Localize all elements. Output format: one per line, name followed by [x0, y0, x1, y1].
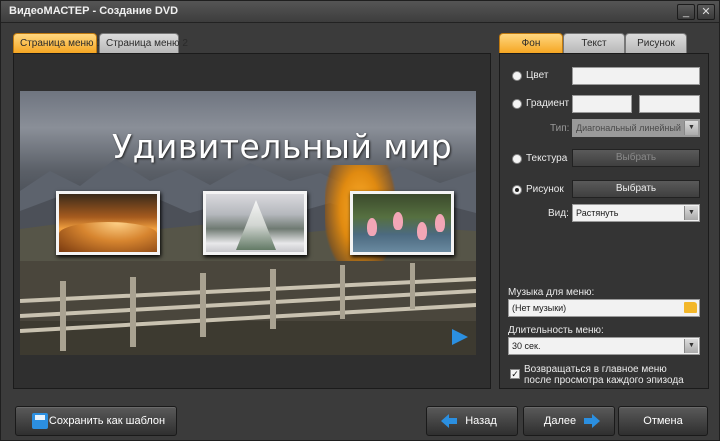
texture-label: Текстура	[526, 153, 568, 164]
gradient-type-value: Диагональный линейный г	[576, 123, 687, 133]
next-label: Далее	[543, 415, 577, 427]
color-label: Цвет	[526, 70, 549, 81]
desert-dune-image	[59, 222, 157, 252]
window-title: ВидеоМАСТЕР - Создание DVD	[9, 5, 179, 17]
duration-label: Длительность меню:	[508, 325, 604, 336]
flamingo-image	[393, 212, 403, 230]
dropdown-arrow-icon: ▼	[684, 339, 698, 353]
arrow-left-icon	[441, 414, 457, 428]
duration-select[interactable]: 30 сек. ▼	[508, 337, 700, 355]
view-mode-value: Растянуть	[576, 208, 619, 218]
music-field[interactable]: (Нет музыки)	[508, 299, 700, 317]
next-page-arrow-icon[interactable]	[452, 329, 468, 345]
menu-preview[interactable]: Удивительный мир	[20, 91, 476, 355]
back-button[interactable]: Назад	[426, 406, 518, 436]
minimize-button[interactable]: _	[677, 4, 695, 20]
gradient-label: Градиент	[526, 98, 570, 109]
arrow-right-icon	[584, 414, 600, 428]
type-label: Тип:	[550, 123, 570, 134]
view-label: Вид:	[548, 208, 569, 219]
save-as-template-label: Сохранить как шаблон	[48, 415, 166, 427]
gradient-color1-field[interactable]	[572, 95, 632, 113]
title-bar: ВидеоМАСТЕР - Создание DVD _ ✕	[1, 1, 719, 23]
duration-value: 30 сек.	[512, 341, 541, 351]
gradient-color2-field[interactable]	[639, 95, 700, 113]
dropdown-arrow-icon: ▼	[684, 121, 698, 135]
back-label: Назад	[465, 415, 497, 427]
close-button[interactable]: ✕	[697, 4, 715, 20]
return-to-menu-label-line2: после просмотра каждого эпизода	[524, 375, 684, 386]
return-to-menu-label-line1: Возвращаться в главное меню	[524, 364, 667, 375]
cancel-button[interactable]: Отмена	[618, 406, 708, 436]
fence-foreground	[20, 261, 476, 355]
save-as-template-button[interactable]: Сохранить как шаблон	[15, 406, 177, 436]
texture-choose-button[interactable]: Выбрать	[572, 149, 700, 167]
flamingo-image	[417, 222, 427, 240]
next-button[interactable]: Далее	[523, 406, 615, 436]
view-mode-select[interactable]: Растянуть ▼	[572, 204, 700, 222]
color-swatch-field[interactable]	[572, 67, 700, 85]
folder-icon[interactable]	[684, 302, 697, 313]
background-settings-panel: Цвет Градиент Тип: Диагональный линейный…	[499, 53, 709, 389]
music-label: Музыка для меню:	[508, 287, 595, 298]
thumbnail-desert[interactable]	[56, 191, 160, 255]
music-value: (Нет музыки)	[512, 303, 567, 313]
tab-background[interactable]: Фон	[499, 33, 563, 53]
gradient-radio[interactable]	[512, 99, 522, 109]
gradient-type-select[interactable]: Диагональный линейный г ▼	[572, 119, 700, 137]
return-to-menu-checkbox[interactable]: ✓	[510, 369, 520, 379]
color-radio[interactable]	[512, 71, 522, 81]
flamingo-image	[367, 218, 377, 236]
dvd-creation-window: ВидеоМАСТЕР - Создание DVD _ ✕ Страница …	[0, 0, 720, 441]
preview-frame: Удивительный мир	[13, 53, 491, 389]
snowy-tree-image	[236, 200, 276, 250]
menu-title-text: Удивительный мир	[112, 127, 453, 166]
picture-radio[interactable]	[512, 185, 522, 195]
dropdown-arrow-icon: ▼	[684, 206, 698, 220]
save-disk-icon	[32, 413, 48, 429]
texture-radio[interactable]	[512, 154, 522, 164]
tab-text[interactable]: Текст	[563, 33, 625, 53]
tab-menu-page-2[interactable]: Страница меню 2	[99, 33, 188, 53]
flamingo-image	[435, 214, 445, 232]
picture-choose-button[interactable]: Выбрать	[572, 180, 700, 198]
thumbnail-flamingos[interactable]	[350, 191, 454, 255]
picture-label: Рисунок	[526, 184, 564, 195]
thumbnail-winter-tree[interactable]	[203, 191, 307, 255]
tab-menu-page-1[interactable]: Страница меню 1	[13, 33, 102, 53]
tab-picture[interactable]: Рисунок	[625, 33, 687, 53]
